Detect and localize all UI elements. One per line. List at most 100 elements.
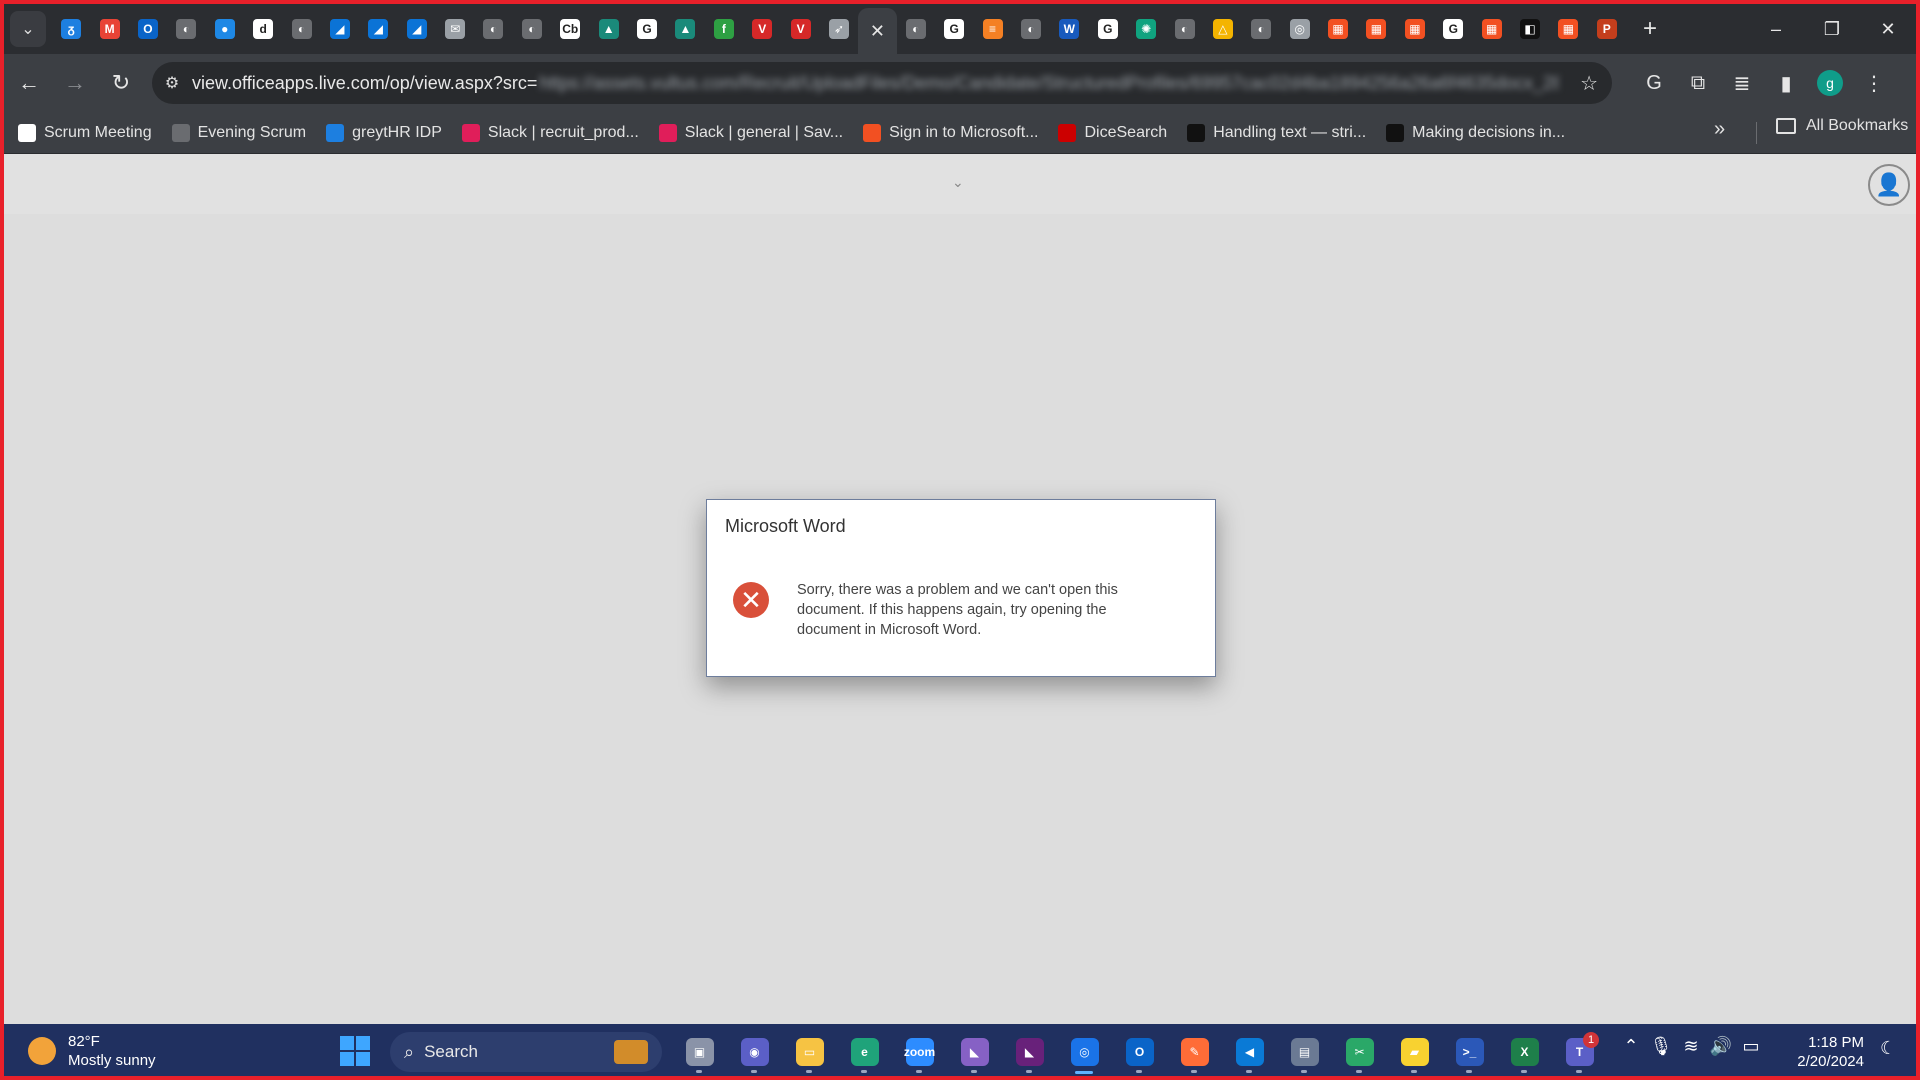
- tab[interactable]: G: [935, 9, 973, 49]
- bookmark-item[interactable]: Sign in to Microsoft...: [853, 117, 1048, 149]
- tab[interactable]: O: [129, 9, 167, 49]
- tab[interactable]: ●: [206, 9, 244, 49]
- profile-avatar[interactable]: g: [1817, 70, 1843, 96]
- all-bookmarks-button[interactable]: All Bookmarks: [1776, 117, 1908, 135]
- taskbar-app-excel-like[interactable]: X: [1497, 1030, 1552, 1074]
- tab[interactable]: G: [1434, 9, 1472, 49]
- bookmark-item[interactable]: Evening Scrum: [162, 117, 317, 149]
- taskbar-app-task-view[interactable]: ▣: [672, 1030, 727, 1074]
- minimize-button[interactable]: –: [1748, 4, 1804, 54]
- taskbar-app-chrome[interactable]: ◎: [1057, 1030, 1112, 1074]
- menu-kebab-icon[interactable]: ⋮: [1852, 62, 1896, 104]
- tab[interactable]: G: [1089, 9, 1127, 49]
- back-button[interactable]: ←: [8, 62, 50, 104]
- volume-icon[interactable]: 🔊: [1706, 1036, 1736, 1057]
- battery-icon[interactable]: ▭: [1736, 1036, 1766, 1057]
- focus-moon-icon[interactable]: ☾: [1880, 1038, 1896, 1059]
- bookmark-item[interactable]: Slack | general | Sav...: [649, 117, 853, 149]
- reload-button[interactable]: ↻: [100, 62, 142, 104]
- grammarly-icon[interactable]: G: [1632, 62, 1676, 104]
- taskbar-app-terminal[interactable]: >_: [1442, 1030, 1497, 1074]
- taskbar-app-visual-studio[interactable]: ◣: [947, 1030, 1002, 1074]
- tab[interactable]: ◐: [1242, 9, 1280, 49]
- tab[interactable]: ◐: [282, 9, 320, 49]
- tab[interactable]: ▦: [1396, 9, 1434, 49]
- tab[interactable]: ➶: [820, 9, 858, 49]
- tab[interactable]: ◐: [1165, 9, 1203, 49]
- tab[interactable]: ◐: [167, 9, 205, 49]
- tab[interactable]: ◢: [359, 9, 397, 49]
- tab[interactable]: ▦: [1549, 9, 1587, 49]
- taskbar-app-zoom[interactable]: zoom: [892, 1030, 947, 1074]
- tab[interactable]: W: [1050, 9, 1088, 49]
- taskbar-app-snipping-tool[interactable]: ✂: [1332, 1030, 1387, 1074]
- tab[interactable]: G: [628, 9, 666, 49]
- bookmark-item[interactable]: DiceSearch: [1048, 117, 1177, 149]
- tab[interactable]: ᵹ: [52, 9, 90, 49]
- weather-widget[interactable]: 82°F Mostly sunny: [28, 1032, 156, 1070]
- tab[interactable]: ◐: [513, 9, 551, 49]
- new-tab-button[interactable]: +: [1632, 11, 1668, 47]
- tab[interactable]: f: [705, 9, 743, 49]
- tab[interactable]: ✉: [436, 9, 474, 49]
- close-window-button[interactable]: ✕: [1860, 4, 1916, 54]
- bookmark-item[interactable]: Making decisions in...: [1376, 117, 1575, 149]
- user-account-icon[interactable]: 👤: [1868, 164, 1910, 206]
- start-button[interactable]: [340, 1036, 370, 1066]
- bookmark-item[interactable]: Scrum Meeting: [8, 117, 162, 149]
- bookmark-item[interactable]: Slack | recruit_prod...: [452, 117, 649, 149]
- taskbar-app-teams-meet[interactable]: ◉: [727, 1030, 782, 1074]
- taskbar-app-vscode[interactable]: ◀: [1222, 1030, 1277, 1074]
- tab[interactable]: ◐: [474, 9, 512, 49]
- taskbar-app-outlook[interactable]: O: [1112, 1030, 1167, 1074]
- tab[interactable]: d: [244, 9, 282, 49]
- tab[interactable]: ◎: [1281, 9, 1319, 49]
- microphone-icon[interactable]: 🎙: [1646, 1036, 1676, 1057]
- tab[interactable]: ◢: [321, 9, 359, 49]
- taskbar-search[interactable]: ⌕ Search: [390, 1032, 662, 1072]
- tab[interactable]: ◧: [1511, 9, 1549, 49]
- tab[interactable]: ▦: [1357, 9, 1395, 49]
- tab[interactable]: ▲: [666, 9, 704, 49]
- tab[interactable]: ✺: [1127, 9, 1165, 49]
- bookmark-item[interactable]: Handling text — stri...: [1177, 117, 1376, 149]
- side-panel-icon[interactable]: ▮: [1764, 62, 1808, 104]
- tab-search-button[interactable]: ⌄: [10, 11, 46, 47]
- bookmark-item[interactable]: greytHR IDP: [316, 117, 452, 149]
- tab[interactable]: ▲: [589, 9, 627, 49]
- taskbar-app-postman[interactable]: ✎: [1167, 1030, 1222, 1074]
- tab[interactable]: △: [1204, 9, 1242, 49]
- tab[interactable]: V: [743, 9, 781, 49]
- taskbar-app-file-explorer[interactable]: ▭: [782, 1030, 837, 1074]
- tab[interactable]: ◐: [1012, 9, 1050, 49]
- bookmark-star-icon[interactable]: ☆: [1580, 71, 1598, 96]
- taskbar-app-server-manager[interactable]: ▤: [1277, 1030, 1332, 1074]
- tab[interactable]: Cb: [551, 9, 589, 49]
- tab[interactable]: P: [1588, 9, 1626, 49]
- clock[interactable]: 1:18 PM 2/20/2024: [1786, 1033, 1864, 1071]
- chevron-up-icon[interactable]: ⌃: [1616, 1036, 1646, 1057]
- restore-button[interactable]: ❐: [1804, 4, 1860, 54]
- tab[interactable]: ≡: [973, 9, 1011, 49]
- chevron-down-icon[interactable]: ⌄: [952, 174, 964, 191]
- extensions-icon[interactable]: ⧉: [1676, 62, 1720, 104]
- wifi-icon[interactable]: ≋: [1676, 1036, 1706, 1057]
- tab[interactable]: ▦: [1319, 9, 1357, 49]
- taskbar-app-teams[interactable]: T1: [1552, 1030, 1607, 1074]
- tab[interactable]: ◢: [398, 9, 436, 49]
- taskbar-app-edge[interactable]: e: [837, 1030, 892, 1074]
- close-icon[interactable]: ✕: [867, 21, 887, 41]
- address-bar[interactable]: ⚙ view.officeapps.live.com/op/view.aspx?…: [152, 62, 1612, 104]
- site-info-icon[interactable]: ⚙: [152, 73, 192, 93]
- tab-active[interactable]: ✕: [858, 8, 897, 54]
- taskbar-app-visual-studio[interactable]: ◣: [1002, 1030, 1057, 1074]
- tab[interactable]: ▦: [1472, 9, 1510, 49]
- tab[interactable]: M: [90, 9, 128, 49]
- taskbar-app-sticky-notes[interactable]: ▰: [1387, 1030, 1442, 1074]
- tab[interactable]: ◐: [897, 9, 935, 49]
- forward-button[interactable]: →: [54, 62, 96, 104]
- media-controls-icon[interactable]: ≣: [1720, 62, 1764, 104]
- more-bookmarks-icon[interactable]: »: [1714, 118, 1725, 141]
- weather-temp: 82°F: [68, 1033, 100, 1050]
- tab[interactable]: V: [781, 9, 819, 49]
